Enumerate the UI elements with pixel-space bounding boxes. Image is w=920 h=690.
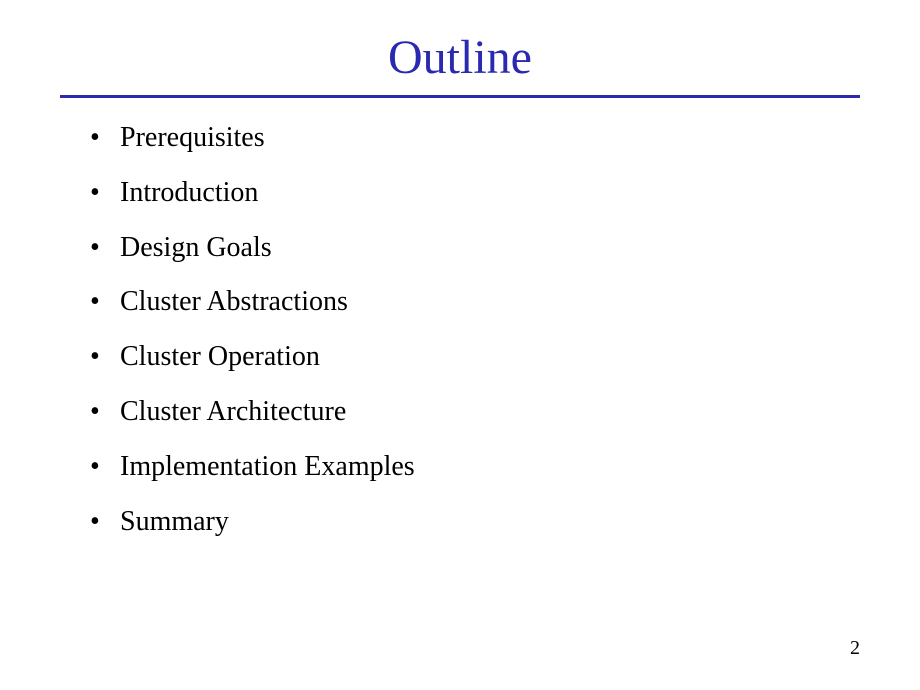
title-divider [60, 95, 860, 98]
list-item: Introduction [90, 171, 860, 216]
list-item: Cluster Abstractions [90, 280, 860, 325]
page-number: 2 [850, 637, 860, 660]
slide-container: Outline Prerequisites Introduction Desig… [0, 0, 920, 690]
list-item: Implementation Examples [90, 445, 860, 490]
bullet-list: Prerequisites Introduction Design Goals … [60, 116, 860, 544]
slide-title: Outline [60, 30, 860, 85]
list-item: Design Goals [90, 226, 860, 271]
list-item: Summary [90, 500, 860, 545]
list-item: Prerequisites [90, 116, 860, 161]
list-item: Cluster Operation [90, 335, 860, 380]
list-item: Cluster Architecture [90, 390, 860, 435]
